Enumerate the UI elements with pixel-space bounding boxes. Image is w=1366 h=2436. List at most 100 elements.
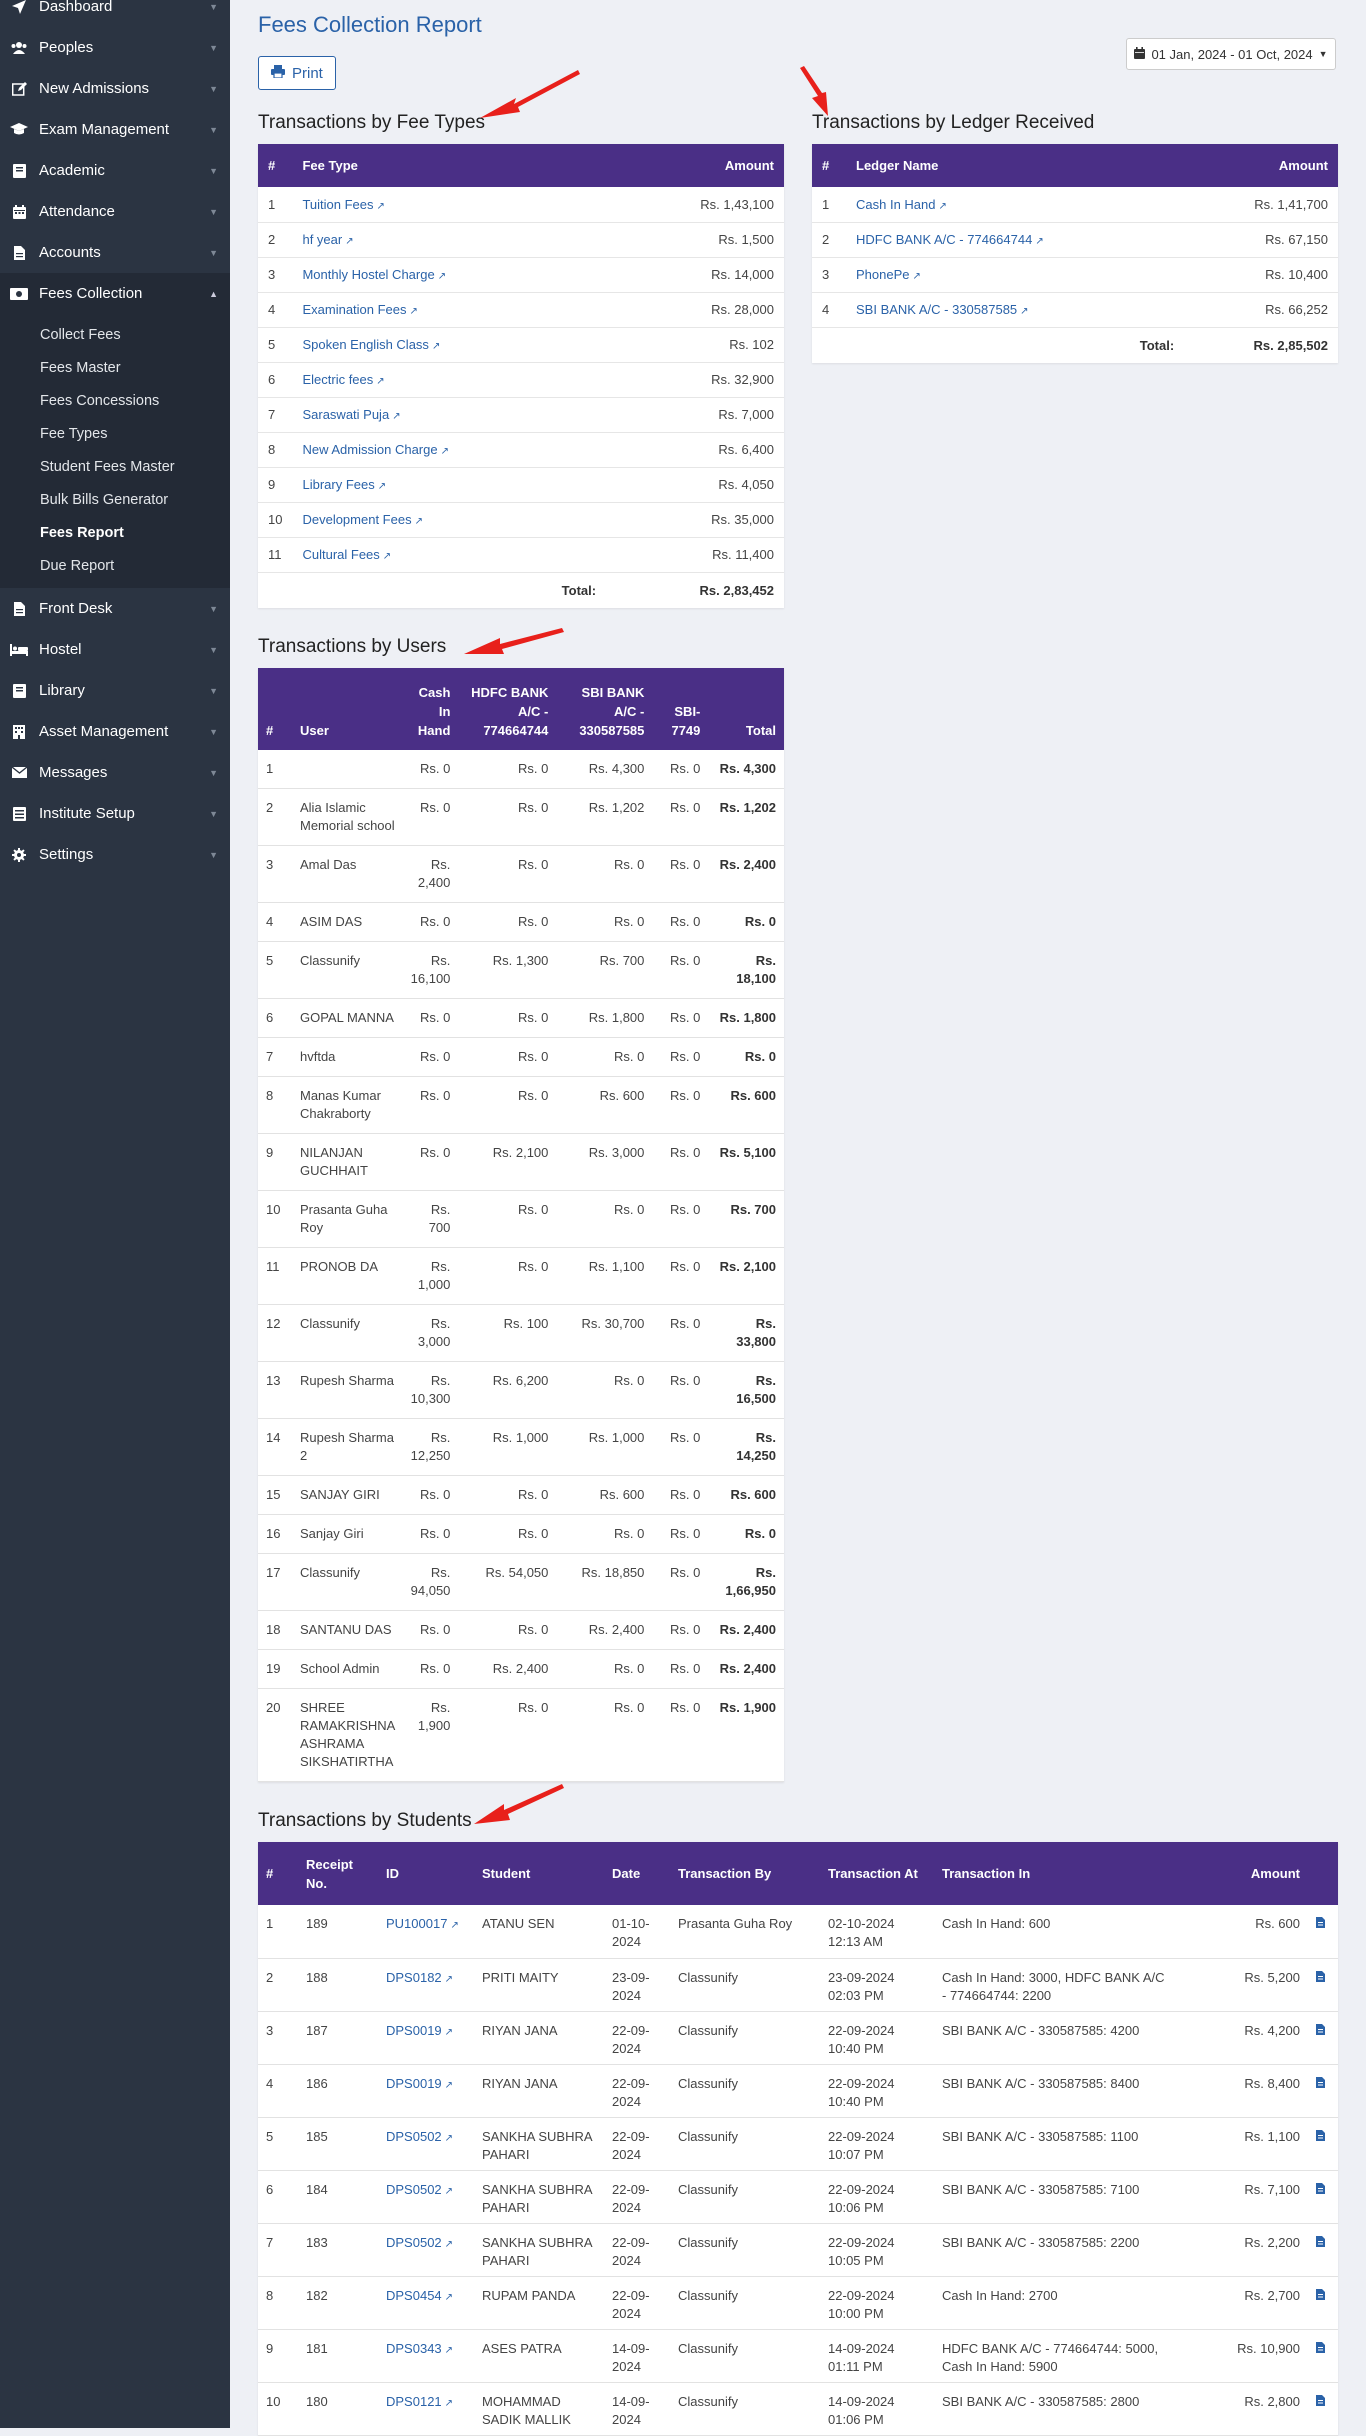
table-row: 4 ASIM DAS Rs. 0 Rs. 0 Rs. 0 Rs. 0 Rs. 0	[258, 902, 784, 942]
cash-in-hand-cell: Rs. 1,900	[402, 1688, 459, 1782]
sidebar-item-peoples[interactable]: Peoples ▼	[0, 27, 230, 68]
sidebar-item-attendance[interactable]: Attendance ▼	[0, 191, 230, 232]
student-id-link[interactable]: DPS0502 ↗	[386, 2182, 453, 2197]
student-id-link[interactable]: DPS0502 ↗	[386, 2235, 453, 2250]
sidebar-item-new-admissions[interactable]: New Admissions ▼	[0, 68, 230, 109]
transaction-by: Classunify	[670, 2170, 820, 2224]
sidebar-item-front-desk[interactable]: Front Desk ▼	[0, 588, 230, 629]
student-id-link[interactable]: PU100017 ↗	[386, 1916, 459, 1931]
student-id-link[interactable]: DPS0502 ↗	[386, 2129, 453, 2144]
ledger-link[interactable]: SBI BANK A/C - 330587585 ↗	[856, 302, 1029, 317]
table-row: 6 GOPAL MANNA Rs. 0 Rs. 0 Rs. 1,800 Rs. 0 Rs. …	[258, 998, 784, 1038]
fee-type-link[interactable]: Tuition Fees ↗	[302, 197, 384, 212]
sidebar-item-settings[interactable]: Settings ▼	[0, 834, 230, 875]
row-num: 8	[258, 2276, 298, 2330]
sidebar-item-library[interactable]: Library ▼	[0, 670, 230, 711]
submenu-item-fees-report[interactable]: Fees Report	[0, 516, 230, 549]
student-name: ASES PATRA	[474, 2329, 604, 2383]
table-row: 9 Library Fees ↗ Rs. 4,050	[258, 467, 784, 503]
col-ledger-name: Ledger Name	[846, 144, 1185, 187]
users-icon	[10, 41, 28, 54]
receipt-document-icon[interactable]	[1316, 2394, 1325, 2409]
fee-type-link[interactable]: Examination Fees ↗	[302, 302, 417, 317]
sidebar-item-label: Front Desk	[39, 600, 113, 617]
sbi-7749-cell: Rs. 0	[652, 1688, 709, 1782]
hdfc-cell: Rs. 0	[458, 1247, 557, 1305]
chevron-up-icon: ▲	[209, 288, 218, 299]
sidebar-item-asset-management[interactable]: Asset Management ▼	[0, 711, 230, 752]
total-spacer	[258, 572, 292, 608]
fee-type-link[interactable]: Library Fees ↗	[302, 477, 386, 492]
fee-type-link[interactable]: Cultural Fees ↗	[302, 547, 391, 562]
ledger-link[interactable]: Cash In Hand ↗	[856, 197, 947, 212]
row-num: 9	[258, 2329, 298, 2383]
table-row: 11 Cultural Fees ↗ Rs. 11,400	[258, 537, 784, 573]
receipt-document-icon[interactable]	[1316, 2129, 1325, 2144]
submenu-item-fees-master[interactable]: Fees Master	[0, 351, 230, 384]
student-id-link[interactable]: DPS0343 ↗	[386, 2341, 453, 2356]
user-name: Prasanta Guha Roy	[292, 1190, 403, 1248]
row-num: 2	[258, 788, 292, 846]
receipt-document-icon[interactable]	[1316, 2023, 1325, 2038]
student-id-link[interactable]: DPS0454 ↗	[386, 2288, 453, 2303]
sidebar-item-dashboard[interactable]: Dashboard ▼	[0, 0, 230, 27]
amount-cell: Rs. 2,700	[1174, 2276, 1308, 2330]
external-link-icon: ↗	[912, 271, 921, 282]
sidebar-item-exam-management[interactable]: Exam Management ▼	[0, 109, 230, 150]
col-id: ID	[378, 1842, 474, 1905]
fee-type-link[interactable]: New Admission Charge ↗	[302, 442, 449, 457]
table-row: 2 HDFC BANK A/C - 774664744 ↗ Rs. 67,150	[812, 222, 1338, 258]
submenu-item-due-report[interactable]: Due Report	[0, 549, 230, 582]
transaction-by: Classunify	[670, 1958, 820, 2012]
row-num: 10	[258, 1190, 292, 1248]
fee-type-label: Tuition Fees	[302, 196, 374, 212]
cash-in-hand-cell: Rs. 0	[402, 1037, 459, 1077]
submenu-item-student-fees-master[interactable]: Student Fees Master	[0, 450, 230, 483]
cash-in-hand-cell: Rs. 0	[402, 1610, 459, 1650]
student-name: SANKHA SUBHRA PAHARI	[474, 2117, 604, 2171]
date-range-picker[interactable]: 01 Jan, 2024 - 01 Oct, 2024 ▼	[1126, 38, 1336, 70]
submenu-item-fees-concessions[interactable]: Fees Concessions	[0, 384, 230, 417]
sidebar-item-label: Accounts	[39, 244, 101, 261]
sidebar-item-hostel[interactable]: Hostel ▼	[0, 629, 230, 670]
table-row: 8 182 DPS0454 ↗ RUPAM PANDA 22-09-2024 Classun…	[258, 2276, 1338, 2330]
sidebar-item-institute-setup[interactable]: Institute Setup ▼	[0, 793, 230, 834]
receipt-document-icon[interactable]	[1316, 2341, 1325, 2356]
fee-type-link[interactable]: Spoken English Class ↗	[302, 337, 440, 352]
receipt-no: 185	[298, 2117, 378, 2171]
sidebar-item-accounts[interactable]: Accounts ▼	[0, 232, 230, 273]
sidebar-item-messages[interactable]: Messages ▼	[0, 752, 230, 793]
student-id-link[interactable]: DPS0019 ↗	[386, 2076, 453, 2091]
external-link-icon: ↗	[382, 551, 392, 562]
chevron-down-icon: ▼	[209, 849, 218, 860]
receipt-document-icon[interactable]	[1316, 2235, 1325, 2250]
submenu-item-collect-fees[interactable]: Collect Fees	[0, 318, 230, 351]
submenu-item-fee-types[interactable]: Fee Types	[0, 417, 230, 450]
fee-type-link[interactable]: Monthly Hostel Charge ↗	[302, 267, 446, 282]
ledger-link[interactable]: PhonePe ↗	[856, 267, 921, 282]
receipt-document-icon[interactable]	[1316, 1917, 1325, 1931]
fee-type-link[interactable]: Development Fees ↗	[302, 512, 423, 527]
transaction-by: Classunify	[670, 2117, 820, 2171]
fee-type-link[interactable]: Electric fees ↗	[302, 372, 384, 387]
ledger-panel: # Ledger Name Amount 1 Cash In Hand ↗ Rs. 1…	[812, 144, 1338, 363]
sidebar-item-fees-collection[interactable]: Fees Collection ▲	[0, 273, 230, 314]
fee-type-link[interactable]: Saraswati Puja ↗	[302, 407, 400, 422]
receipt-document-icon[interactable]	[1316, 2182, 1325, 2197]
fee-type-link[interactable]: hf year ↗	[302, 232, 353, 247]
print-button[interactable]: Print	[258, 56, 336, 90]
sbi-7749-cell: Rs. 0	[652, 1076, 709, 1134]
student-id-link[interactable]: DPS0019 ↗	[386, 2023, 453, 2038]
external-link-icon: ↗	[376, 376, 385, 387]
ledger-link[interactable]: HDFC BANK A/C - 774664744 ↗	[856, 232, 1044, 247]
submenu-item-bulk-bills-generator[interactable]: Bulk Bills Generator	[0, 483, 230, 516]
receipt-action-cell	[1308, 2011, 1338, 2065]
sidebar-item-academic[interactable]: Academic ▼	[0, 150, 230, 191]
receipt-document-icon[interactable]	[1316, 1970, 1325, 1985]
student-id-link[interactable]: DPS0182 ↗	[386, 1970, 453, 1985]
student-id-link[interactable]: DPS0121 ↗	[386, 2394, 453, 2409]
sbi-7749-cell: Rs. 0	[652, 1649, 709, 1689]
external-link-icon: ↗	[1035, 236, 1044, 247]
receipt-document-icon[interactable]	[1316, 2076, 1325, 2091]
receipt-document-icon[interactable]	[1316, 2288, 1325, 2303]
